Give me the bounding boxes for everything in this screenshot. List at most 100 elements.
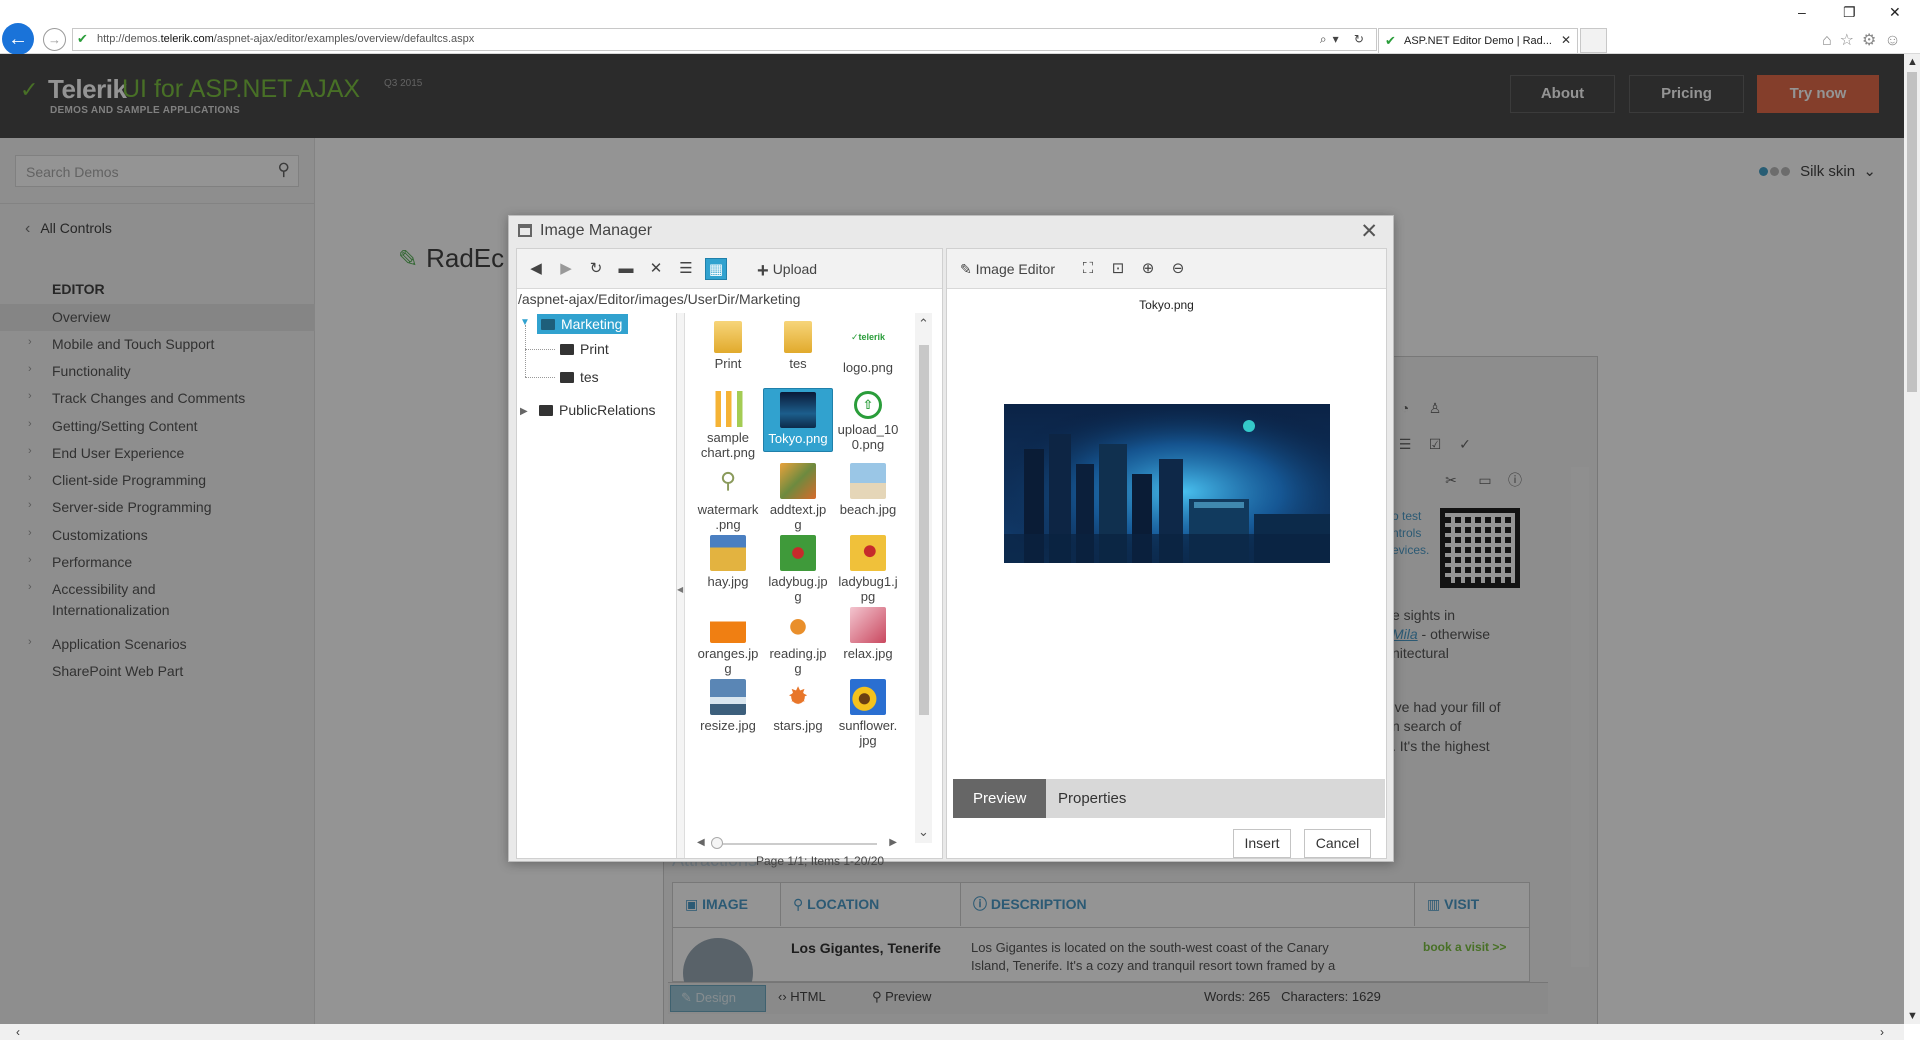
file-item-sample-chart[interactable]: sample chart.png — [693, 391, 763, 460]
zoom-in-icon[interactable]: ⊕ — [1137, 258, 1159, 280]
page-horizontal-scrollbar[interactable]: ‹ › — [0, 1024, 1904, 1040]
file-name-line2: 0.png — [851, 437, 885, 452]
chevron-up-icon[interactable]: ⌃ — [918, 316, 929, 332]
smiley-icon[interactable]: ☺ — [1884, 32, 1908, 49]
restore-icon[interactable]: ❐ — [1843, 4, 1856, 21]
tab-preview[interactable]: Preview — [953, 779, 1047, 818]
folder-icon — [560, 344, 574, 355]
file-item-relax[interactable]: relax.jpg — [833, 607, 903, 661]
watermark-thumbnail: ⚲ — [710, 463, 746, 499]
insert-button[interactable]: Insert — [1233, 829, 1291, 858]
new-tab-button[interactable] — [1580, 28, 1607, 53]
upload-button[interactable]: + Upload — [757, 260, 817, 283]
collapse-icon[interactable]: ▼ — [520, 317, 530, 328]
beach-thumbnail — [850, 463, 886, 499]
file-item-upload[interactable]: ⇧ upload_10 0.png — [833, 391, 903, 452]
chevron-left-icon[interactable]: ‹ — [16, 1025, 20, 1039]
file-item-tokyo[interactable]: Tokyo.png — [763, 388, 833, 452]
tab-properties[interactable]: Properties — [1038, 779, 1146, 818]
new-folder-icon[interactable]: ▬ — [615, 258, 637, 280]
page-vertical-scrollbar[interactable]: ▲ ▼ — [1904, 54, 1920, 1024]
file-name-line2: g — [724, 661, 732, 676]
chevron-up-icon[interactable]: ▲ — [1907, 56, 1918, 68]
cancel-button[interactable]: Cancel — [1304, 829, 1371, 858]
chevron-right-icon[interactable]: › — [1880, 1025, 1884, 1039]
slider-track — [717, 843, 877, 845]
url-text: http://demos.telerik.com/aspnet-ajax/edi… — [97, 33, 475, 45]
file-item-tes[interactable]: tes — [763, 321, 833, 371]
favorites-icon[interactable]: ☆ — [1840, 32, 1862, 49]
settings-icon[interactable]: ⚙ — [1862, 32, 1884, 49]
slider-handle[interactable] — [711, 837, 723, 849]
file-item-ladybug[interactable]: ladybug.jp g — [763, 535, 833, 604]
preview-toolbar: ✎ Image Editor ⛶ ⊡ ⊕ ⊖ — [947, 249, 1386, 289]
close-icon[interactable]: ✕ — [1360, 219, 1378, 244]
list-view-icon[interactable]: ☰ — [675, 258, 697, 280]
back-icon[interactable]: ◀ — [525, 258, 547, 280]
file-name-line2: .png — [715, 517, 741, 532]
file-item-addtext[interactable]: addtext.jp g — [763, 463, 833, 532]
folder-icon — [784, 321, 812, 353]
file-item-hay[interactable]: hay.jpg — [693, 535, 763, 589]
pane-splitter[interactable]: ◀ — [677, 313, 685, 858]
plus-icon: + — [757, 260, 769, 282]
file-item-resize[interactable]: resize.jpg — [693, 679, 763, 733]
tree-node-marketing[interactable]: Marketing — [537, 314, 629, 334]
zoom-out-icon[interactable]: ⊖ — [1167, 258, 1189, 280]
address-tools[interactable]: ⌕▾ ↻ — [1320, 32, 1370, 47]
tree-node-print[interactable]: Print — [560, 341, 609, 357]
scroll-thumb[interactable] — [1907, 72, 1917, 392]
file-item-sunflower[interactable]: sunflower. jpg — [833, 679, 903, 748]
minimize-icon[interactable]: – — [1798, 4, 1806, 20]
home-icon[interactable]: ⌂ — [1822, 32, 1840, 49]
file-name-line2: g — [794, 589, 802, 604]
file-name: resize.jpg — [700, 718, 756, 733]
image-editor-button[interactable]: ✎ Image Editor — [960, 261, 1055, 278]
file-name: addtext.jp — [769, 502, 827, 517]
browser-toolbar-icons[interactable]: ⌂☆⚙☺ — [1822, 30, 1909, 50]
tab-close-icon[interactable]: ✕ — [1561, 33, 1571, 47]
delete-icon[interactable]: ✕ — [645, 258, 667, 280]
best-fit-icon[interactable]: ⛶ — [1077, 258, 1099, 280]
file-name: watermark — [697, 502, 759, 517]
slider-right-icon[interactable]: ▶ — [889, 837, 897, 848]
folder-tree: ▼ Marketing Print tes ▶ PublicRelations — [517, 313, 677, 858]
file-name: reading.jp — [769, 646, 827, 661]
zoom-slider[interactable]: ◀ ▶ — [697, 837, 897, 851]
back-icon[interactable]: ← — [2, 23, 34, 55]
thumbnail-view-icon[interactable]: ▦ — [705, 258, 727, 280]
file-name: ladybug.jp — [768, 574, 828, 589]
file-item-ladybug1[interactable]: ladybug1.j pg — [833, 535, 903, 604]
relax-thumbnail — [850, 607, 886, 643]
browser-tab[interactable]: ✔ ASP.NET Editor Demo | Rad... ✕ — [1378, 28, 1578, 53]
file-name-line2: chart.png — [700, 445, 756, 460]
tree-node-publicrelations[interactable]: PublicRelations — [539, 402, 656, 418]
expand-icon[interactable]: ▶ — [520, 406, 528, 417]
dialog-titlebar[interactable]: Image Manager ✕ — [509, 216, 1393, 248]
refresh-icon[interactable]: ↻ — [585, 258, 607, 280]
address-bar[interactable]: ✔ http://demos.telerik.com/aspnet-ajax/e… — [72, 28, 1377, 51]
file-item-print[interactable]: Print — [693, 321, 763, 371]
file-item-logo[interactable]: ✓telerik logo.png — [833, 321, 903, 375]
file-item-beach[interactable]: beach.jpg — [833, 463, 903, 517]
file-name: logo.png — [843, 360, 893, 375]
close-window-icon[interactable]: ✕ — [1889, 4, 1901, 21]
chevron-down-icon[interactable]: ⌄ — [918, 824, 929, 840]
file-item-oranges[interactable]: oranges.jp g — [693, 607, 763, 676]
scroll-thumb[interactable] — [919, 345, 929, 715]
preview-image-name: Tokyo.png — [1139, 298, 1194, 312]
folder-icon — [539, 405, 553, 416]
current-path: /aspnet-ajax/Editor/images/UserDir/Marke… — [517, 291, 942, 313]
forward-icon[interactable]: ▶ — [555, 258, 577, 280]
tree-node-tes[interactable]: tes — [560, 369, 599, 385]
chevron-down-icon[interactable]: ▼ — [1907, 1010, 1918, 1022]
file-item-watermark[interactable]: ⚲ watermark .png — [693, 463, 763, 532]
file-name: Tokyo.png — [768, 431, 828, 446]
file-name: upload_10 — [837, 422, 899, 437]
grid-scrollbar[interactable]: ⌃ ⌄ — [915, 313, 932, 843]
actual-size-icon[interactable]: ⊡ — [1107, 258, 1129, 280]
file-item-stars[interactable]: ✸ stars.jpg — [763, 679, 833, 733]
file-item-reading[interactable]: reading.jp g — [763, 607, 833, 676]
forward-icon[interactable]: → — [43, 28, 66, 51]
slider-left-icon[interactable]: ◀ — [697, 837, 705, 848]
